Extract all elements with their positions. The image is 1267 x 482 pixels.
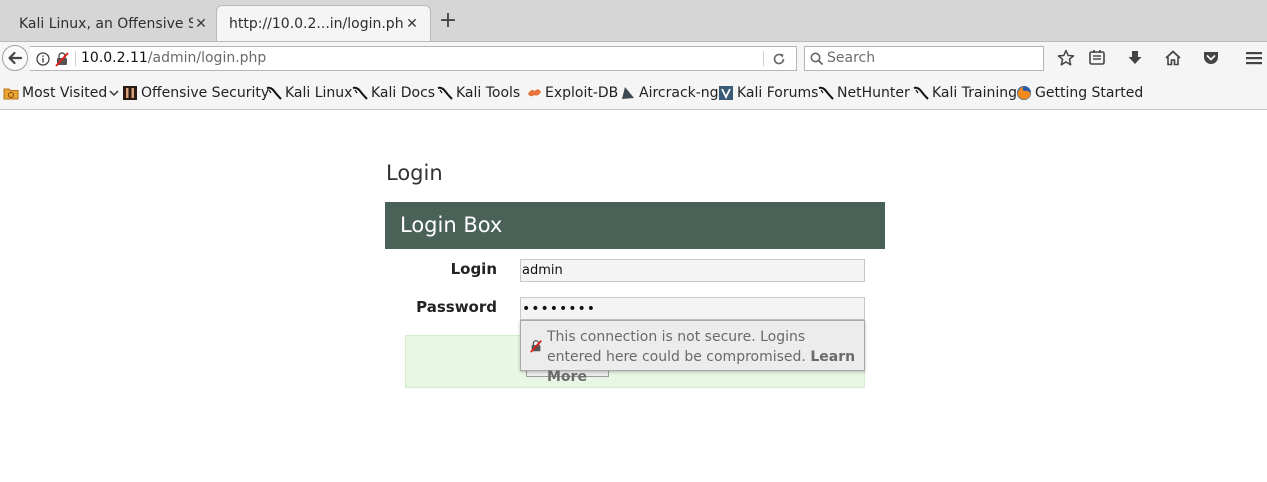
bookmark-kali-training[interactable]: Kali Training bbox=[913, 84, 1017, 102]
bookmark-label: Offensive Security bbox=[141, 85, 270, 101]
url-host: 10.0.2.11 bbox=[81, 50, 148, 66]
site-info-icon[interactable] bbox=[36, 52, 50, 66]
url-bar[interactable]: 10.0.2.11/admin/login.php bbox=[30, 46, 797, 71]
bookmark-aircrack-ng[interactable]: Aircrack-ng bbox=[620, 84, 719, 102]
aircrack-icon bbox=[622, 87, 634, 99]
home-icon[interactable] bbox=[1164, 49, 1182, 67]
url-text[interactable]: 10.0.2.11/admin/login.php bbox=[81, 50, 266, 66]
insecure-lock-icon bbox=[530, 340, 542, 353]
bookmark-star-icon[interactable] bbox=[1057, 49, 1075, 67]
password-input[interactable] bbox=[520, 297, 865, 320]
page-title: Login bbox=[386, 161, 443, 185]
exploit-db-icon bbox=[528, 89, 541, 97]
bookmark-offensive-security[interactable]: Offensive Security bbox=[122, 84, 269, 102]
offsec-icon bbox=[123, 86, 137, 100]
search-input[interactable] bbox=[827, 49, 1037, 67]
insecure-login-warning: This connection is not secure. Logins en… bbox=[520, 320, 865, 385]
tab-kali-linux[interactable]: Kali Linux, an Offensive S... ✕ bbox=[0, 5, 219, 42]
close-tab-icon[interactable]: ✕ bbox=[193, 16, 209, 32]
bookmark-kali-docs[interactable]: Kali Docs bbox=[352, 84, 435, 102]
bookmark-label: Aircrack-ng bbox=[639, 85, 719, 101]
bookmark-getting-started[interactable]: Getting Started bbox=[1016, 84, 1143, 102]
bookmark-label: NetHunter bbox=[837, 85, 910, 101]
bookmark-label: Getting Started bbox=[1035, 85, 1144, 101]
bookmark-label: Exploit-DB bbox=[545, 85, 619, 101]
tab-title: http://10.0.2...in/login.php bbox=[229, 16, 404, 32]
insecure-lock-icon[interactable] bbox=[54, 51, 70, 67]
tab-title: Kali Linux, an Offensive S... bbox=[19, 15, 193, 32]
bookmark-most-visited[interactable]: Most Visited bbox=[3, 84, 123, 102]
url-path: /admin/login.php bbox=[147, 50, 267, 66]
kali-dragon-icon bbox=[913, 86, 929, 100]
bookmark-kali-forums[interactable]: Kali Forums bbox=[718, 84, 818, 102]
tab-login[interactable]: http://10.0.2...in/login.php ✕ bbox=[216, 5, 431, 42]
login-box-title: Login Box bbox=[400, 213, 503, 237]
tab-strip: Kali Linux, an Offensive S... ✕ http://1… bbox=[0, 0, 1267, 42]
kali-dragon-icon bbox=[266, 86, 282, 100]
bookmark-nethunter[interactable]: NetHunter bbox=[818, 84, 910, 102]
kali-forums-icon bbox=[719, 86, 733, 100]
back-button[interactable] bbox=[2, 45, 28, 71]
back-arrow-icon bbox=[8, 51, 23, 65]
search-bar[interactable] bbox=[804, 46, 1044, 71]
login-input[interactable] bbox=[520, 259, 865, 282]
bookmarks-toolbar: Most Visited Offensive Security Kali Lin… bbox=[0, 75, 1267, 110]
bookmark-kali-linux[interactable]: Kali Linux bbox=[266, 84, 352, 102]
most-visited-icon bbox=[3, 88, 19, 100]
bookmark-label: Kali Training bbox=[932, 85, 1017, 101]
warning-text-block: This connection is not secure. Logins en… bbox=[547, 327, 862, 387]
kali-dragon-icon bbox=[437, 86, 453, 100]
login-box-header: Login Box bbox=[385, 202, 885, 249]
firefox-icon bbox=[1017, 86, 1031, 100]
bookmark-kali-tools[interactable]: Kali Tools bbox=[437, 84, 520, 102]
login-label: Login bbox=[450, 260, 497, 278]
bookmark-label: Kali Tools bbox=[456, 85, 521, 101]
bookmark-label: Most Visited bbox=[22, 85, 108, 101]
password-label: Password bbox=[416, 298, 497, 316]
pocket-icon[interactable] bbox=[1202, 49, 1220, 67]
search-icon bbox=[810, 52, 824, 66]
reload-icon[interactable] bbox=[771, 51, 787, 67]
bookmark-label: Kali Docs bbox=[371, 85, 436, 101]
url-separator bbox=[75, 51, 76, 66]
menu-icon[interactable] bbox=[1245, 49, 1263, 67]
chevron-down-icon bbox=[109, 90, 119, 97]
bookmark-label: Kali Forums bbox=[737, 85, 819, 101]
close-tab-icon[interactable]: ✕ bbox=[404, 16, 420, 32]
kali-dragon-icon bbox=[352, 86, 368, 100]
reading-list-icon[interactable] bbox=[1088, 49, 1106, 67]
kali-dragon-icon bbox=[818, 86, 834, 100]
warning-message: This connection is not secure. Logins en… bbox=[547, 329, 806, 365]
bookmark-exploit-db[interactable]: Exploit-DB bbox=[526, 84, 618, 102]
new-tab-icon[interactable]: + bbox=[437, 10, 459, 34]
downloads-icon[interactable] bbox=[1126, 49, 1144, 67]
bookmark-label: Kali Linux bbox=[285, 85, 353, 101]
url-separator bbox=[763, 51, 764, 66]
navigation-toolbar: 10.0.2.11/admin/login.php bbox=[0, 41, 1267, 75]
